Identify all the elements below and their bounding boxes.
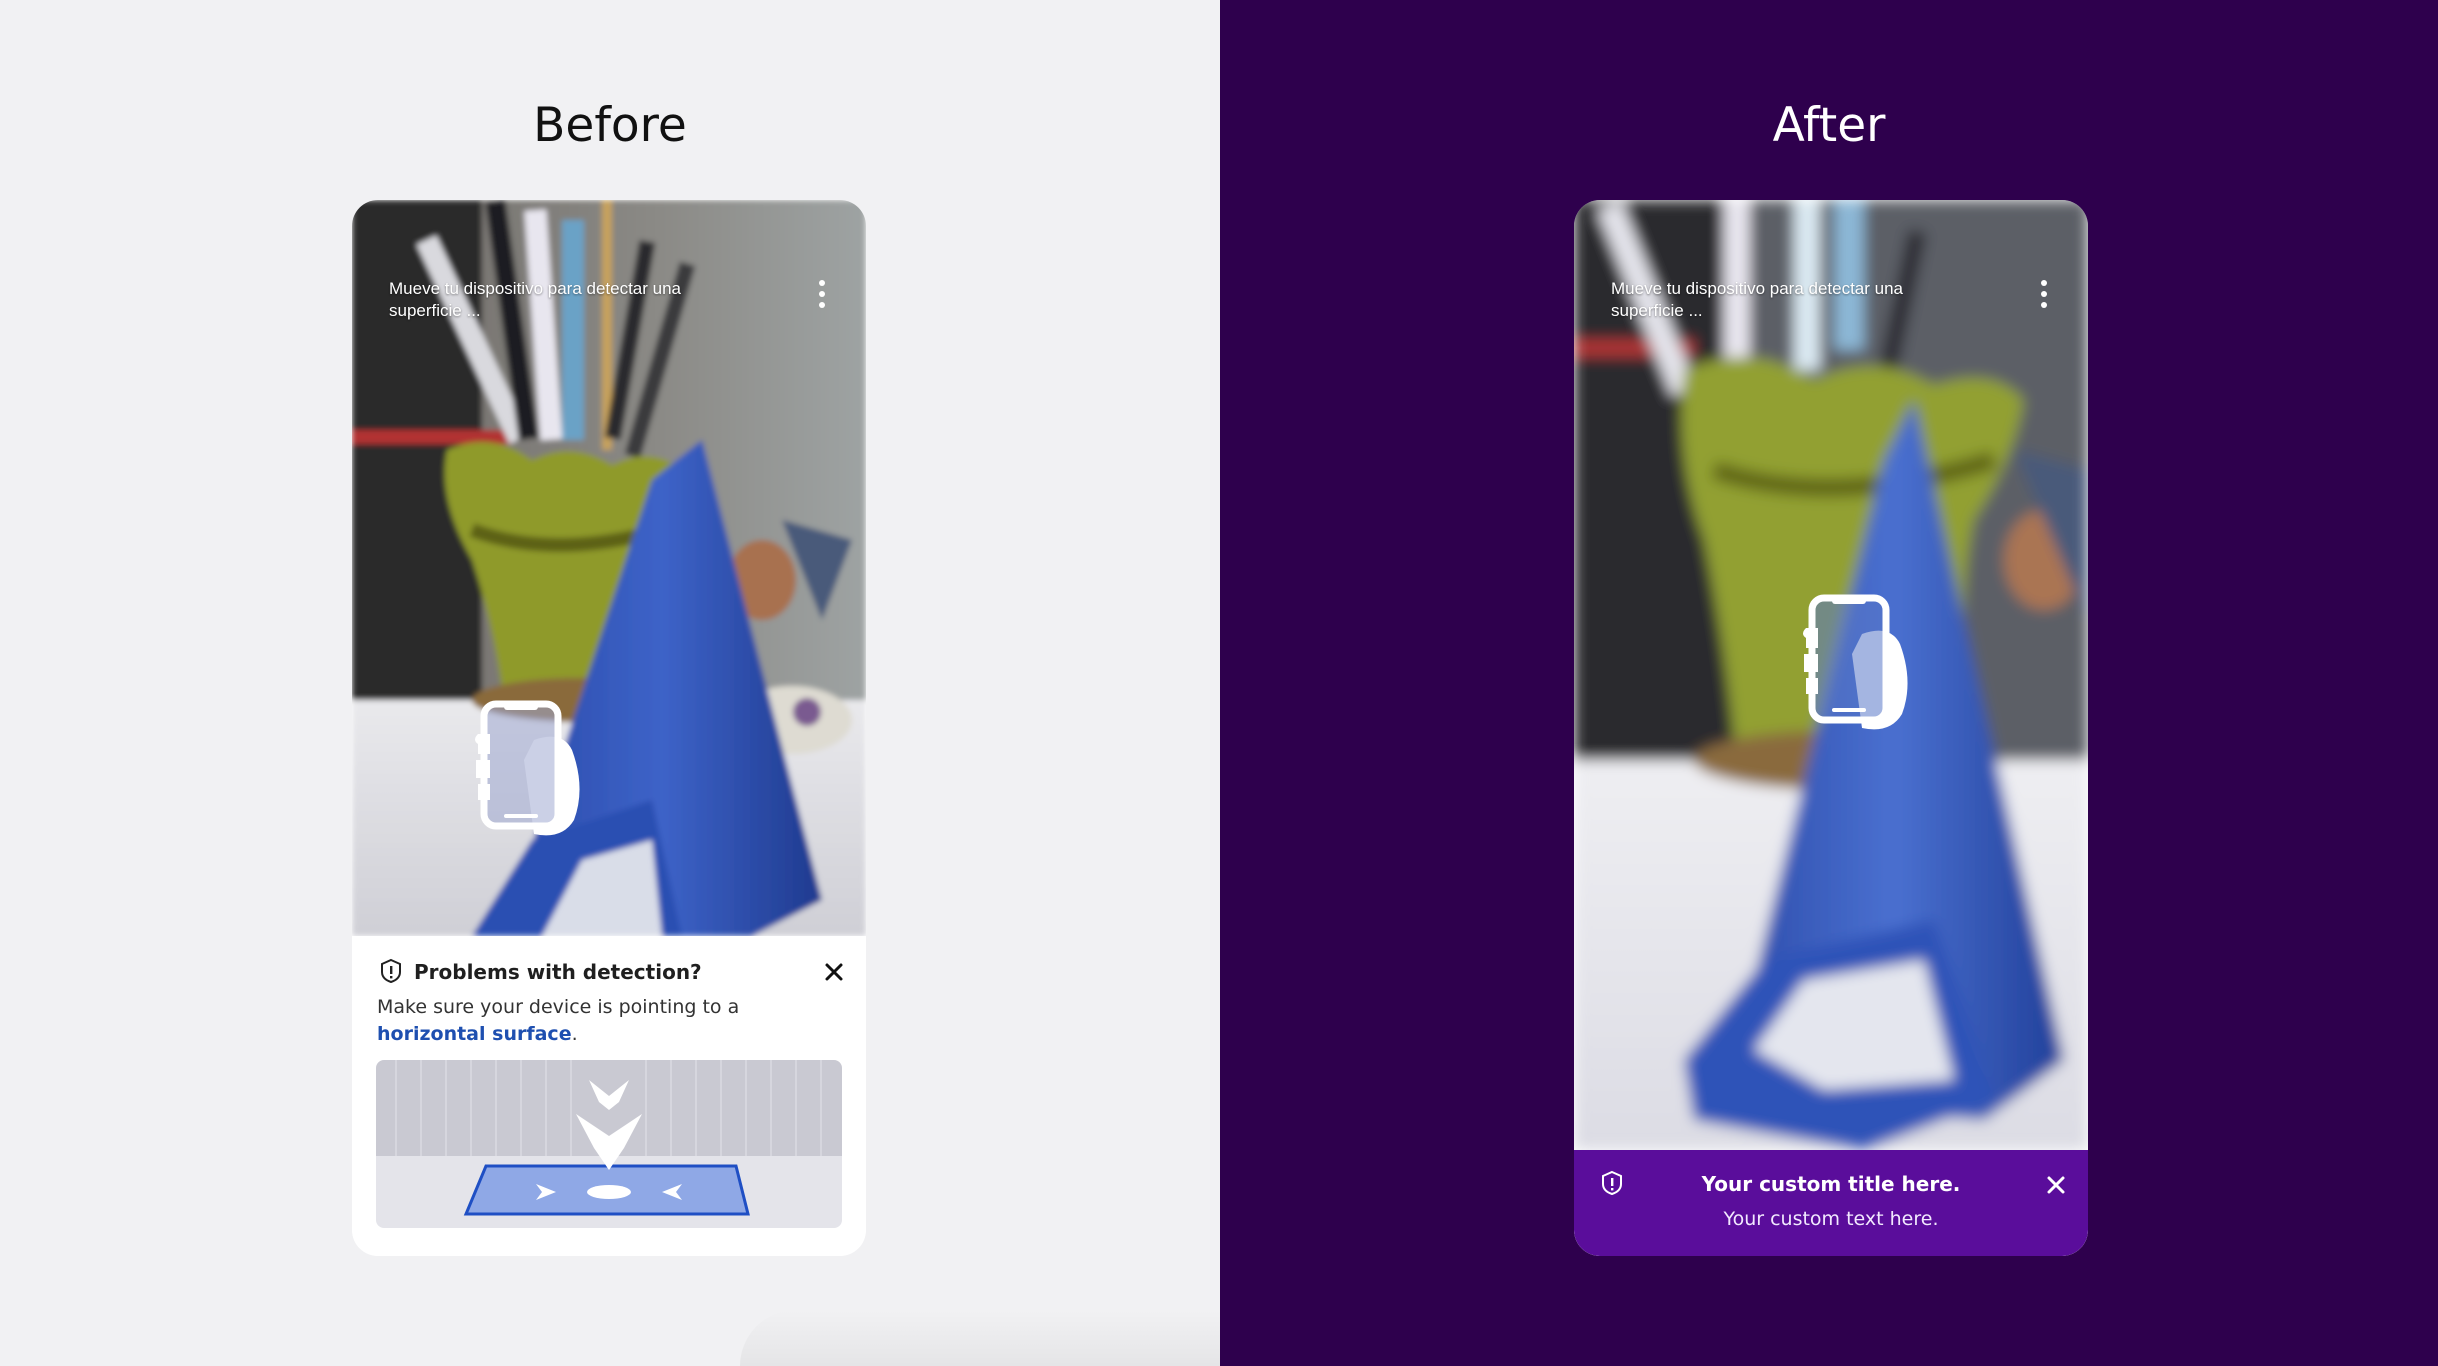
hand-holding-phone-icon	[1803, 594, 1908, 730]
sheet-body-text: Make sure your device is pointing to a h…	[377, 994, 847, 1048]
hand-holding-phone-icon	[475, 700, 580, 836]
banner-text: Your custom text here.	[1723, 1208, 1939, 1230]
before-panel: Before Mueve tu dispositivo para detecta…	[0, 0, 1220, 1366]
decorative-shadow	[740, 1310, 1220, 1366]
camera-hint-text: Mueve tu dispositivo para detectar una s…	[389, 279, 682, 320]
more-options-icon[interactable]	[814, 280, 830, 312]
after-heading: After	[1772, 98, 1886, 153]
horizontal-surface-link[interactable]: horizontal surface	[377, 1023, 572, 1045]
sheet-body-suffix: .	[571, 1023, 578, 1045]
close-icon[interactable]	[822, 960, 846, 984]
custom-message-banner: Your custom title here. Your custom text…	[1574, 1150, 2088, 1256]
problems-detection-sheet: Problems with detection? Make sure your …	[352, 936, 866, 1256]
camera-feed: Mueve tu dispositivo para detectar una s…	[1574, 200, 2088, 1150]
sheet-title: Problems with detection?	[414, 960, 702, 984]
before-phone-screen: Mueve tu dispositivo para detectar una s…	[352, 200, 866, 1256]
after-phone-screen: Mueve tu dispositivo para detectar una s…	[1574, 200, 2088, 1256]
sheet-body-prefix: Make sure your device is pointing to a	[377, 996, 740, 1018]
close-icon[interactable]	[2044, 1173, 2068, 1197]
horizontal-surface-illustration	[376, 1060, 842, 1228]
alert-shield-icon	[381, 958, 401, 984]
after-panel: After Mueve tu dispositivo para detectar…	[1220, 0, 2438, 1366]
camera-hint-text: Mueve tu dispositivo para detectar una s…	[1611, 279, 1904, 320]
banner-title: Your custom title here.	[1701, 1172, 1961, 1196]
before-heading: Before	[533, 98, 687, 153]
more-options-icon[interactable]	[2036, 280, 2052, 312]
camera-feed: Mueve tu dispositivo para detectar una s…	[352, 200, 866, 936]
